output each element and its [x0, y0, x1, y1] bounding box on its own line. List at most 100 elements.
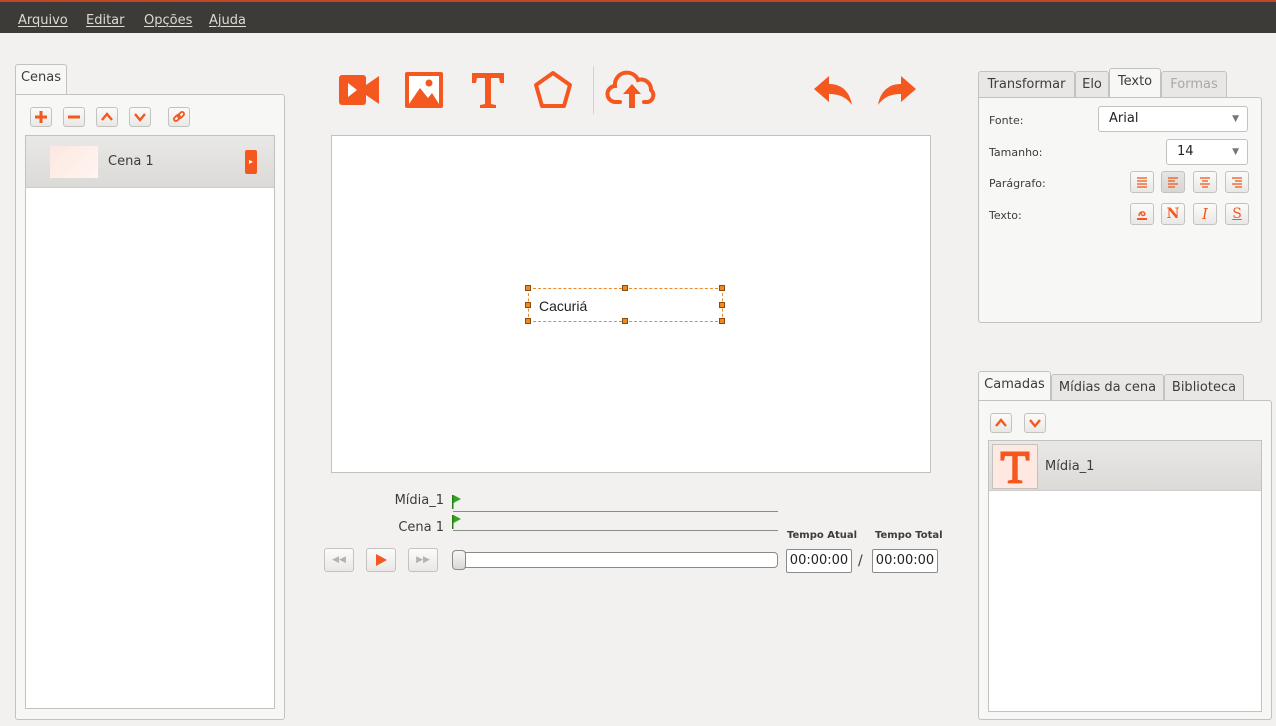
move-scene-up-button[interactable]	[96, 107, 118, 127]
time-separator: /	[858, 553, 863, 569]
fast-forward-icon: ▶▶	[416, 555, 430, 565]
tab-formas[interactable]: Formas	[1161, 71, 1227, 98]
rewind-icon: ◀◀	[332, 555, 346, 565]
link-scene-button[interactable]	[168, 107, 190, 127]
track-start-flag-icon[interactable]	[452, 495, 462, 509]
underline-button[interactable]: S	[1225, 203, 1249, 225]
upload-button[interactable]	[603, 67, 661, 113]
align-center-button[interactable]	[1193, 171, 1217, 193]
tab-cenas[interactable]: Cenas	[15, 64, 67, 94]
chevron-down-icon: ▼	[1232, 147, 1239, 157]
text-icon	[472, 73, 504, 108]
align-left-button[interactable]	[1161, 171, 1185, 193]
add-shape-button[interactable]	[530, 67, 576, 113]
total-time-field[interactable]: 00:00:00	[872, 549, 938, 573]
track-label-cena: Cena 1	[398, 520, 444, 535]
align-justify-icon	[1137, 177, 1147, 188]
text-style-label: Texto:	[989, 209, 1022, 222]
size-select[interactable]: 14 ▼	[1166, 139, 1248, 165]
bold-button[interactable]: N	[1161, 203, 1185, 225]
tab-elo[interactable]: Elo	[1075, 71, 1109, 98]
timeline-slider[interactable]	[452, 552, 778, 568]
text-color-icon	[1137, 211, 1147, 220]
paragraph-label: Parágrafo:	[989, 177, 1046, 190]
add-image-button[interactable]	[401, 67, 447, 113]
chevron-up-icon	[101, 112, 113, 121]
menu-bar: Arquivo Editar Opções Ajuda	[0, 0, 1276, 33]
tab-texto[interactable]: Texto	[1109, 68, 1161, 98]
current-time-label: Tempo Atual	[787, 530, 858, 541]
rewind-button[interactable]: ◀◀	[324, 548, 354, 572]
redo-button[interactable]	[874, 67, 920, 113]
align-right-button[interactable]	[1225, 171, 1249, 193]
scene-options-button[interactable]: ▸	[245, 150, 257, 174]
undo-icon	[814, 76, 852, 105]
align-center-icon	[1200, 177, 1210, 188]
minus-icon	[68, 115, 80, 119]
remove-scene-button[interactable]	[63, 107, 85, 127]
play-button[interactable]	[366, 548, 396, 572]
toolbar-separator	[593, 66, 594, 114]
align-left-icon	[1168, 177, 1178, 188]
current-time-field[interactable]: 00:00:00	[786, 549, 852, 573]
add-text-button[interactable]	[465, 67, 511, 113]
scene-list: Cena 1 ▸	[25, 135, 275, 709]
cloud-upload-icon	[605, 70, 656, 108]
resize-handle[interactable]	[525, 318, 531, 324]
align-justify-button[interactable]	[1130, 171, 1154, 193]
align-right-icon	[1232, 177, 1242, 188]
menu-arquivo[interactable]: Arquivo	[18, 13, 68, 28]
pentagon-icon	[534, 71, 572, 108]
font-select[interactable]: Arial ▼	[1098, 106, 1248, 132]
undo-button[interactable]	[810, 67, 856, 113]
list-item[interactable]: Mídia_1	[989, 441, 1261, 491]
layer-thumbnail	[992, 444, 1038, 489]
link-icon	[173, 111, 185, 122]
properties-panel: Fonte: Arial ▼ Tamanho: 14 ▼ Parágrafo: …	[978, 97, 1262, 323]
total-time-label: Tempo Total	[875, 530, 943, 541]
text-element-content: Cacuriá	[539, 298, 588, 314]
text-icon	[1000, 451, 1030, 483]
tab-camadas[interactable]: Camadas	[978, 371, 1051, 401]
italic-button[interactable]: I	[1193, 203, 1217, 225]
chevron-up-icon	[995, 418, 1007, 427]
add-scene-button[interactable]	[30, 107, 52, 127]
text-style-group: N I S	[1130, 203, 1250, 225]
tab-midias-da-cena[interactable]: Mídias da cena	[1051, 374, 1164, 401]
scene-name: Cena 1	[108, 154, 154, 169]
fast-forward-button[interactable]: ▶▶	[408, 548, 438, 572]
resize-handle[interactable]	[719, 285, 725, 291]
menu-editar[interactable]: Editar	[86, 13, 125, 28]
resize-handle[interactable]	[622, 318, 628, 324]
move-scene-down-button[interactable]	[129, 107, 151, 127]
menu-opcoes[interactable]: Opções	[144, 13, 192, 28]
resize-handle[interactable]	[525, 302, 531, 308]
move-layer-up-button[interactable]	[990, 413, 1012, 433]
track-line-cena	[453, 530, 778, 531]
size-label: Tamanho:	[989, 146, 1043, 159]
timeline-slider-handle[interactable]	[452, 550, 466, 570]
track-line-midia	[453, 511, 778, 512]
text-element[interactable]: Cacuriá	[525, 285, 725, 324]
scene-thumbnail	[50, 146, 98, 178]
text-color-button[interactable]	[1130, 203, 1154, 225]
resize-handle[interactable]	[719, 318, 725, 324]
tab-transformar[interactable]: Transformar	[978, 71, 1075, 98]
track-start-flag-icon[interactable]	[452, 515, 462, 529]
move-layer-down-button[interactable]	[1024, 413, 1046, 433]
add-video-button[interactable]	[336, 67, 382, 113]
resize-handle[interactable]	[622, 285, 628, 291]
video-icon	[339, 75, 379, 105]
track-label-midia: Mídia_1	[394, 493, 444, 508]
menu-ajuda[interactable]: Ajuda	[209, 13, 246, 28]
redo-icon	[878, 76, 916, 105]
tab-biblioteca[interactable]: Biblioteca	[1164, 374, 1244, 401]
resize-handle[interactable]	[525, 285, 531, 291]
play-icon	[376, 554, 387, 566]
plus-icon	[35, 111, 47, 123]
list-item[interactable]: Cena 1 ▸	[26, 136, 274, 188]
chevron-down-icon	[1029, 419, 1041, 428]
resize-handle[interactable]	[719, 302, 725, 308]
scene-canvas[interactable]: Cacuriá	[331, 135, 931, 473]
font-label: Fonte:	[989, 114, 1024, 127]
